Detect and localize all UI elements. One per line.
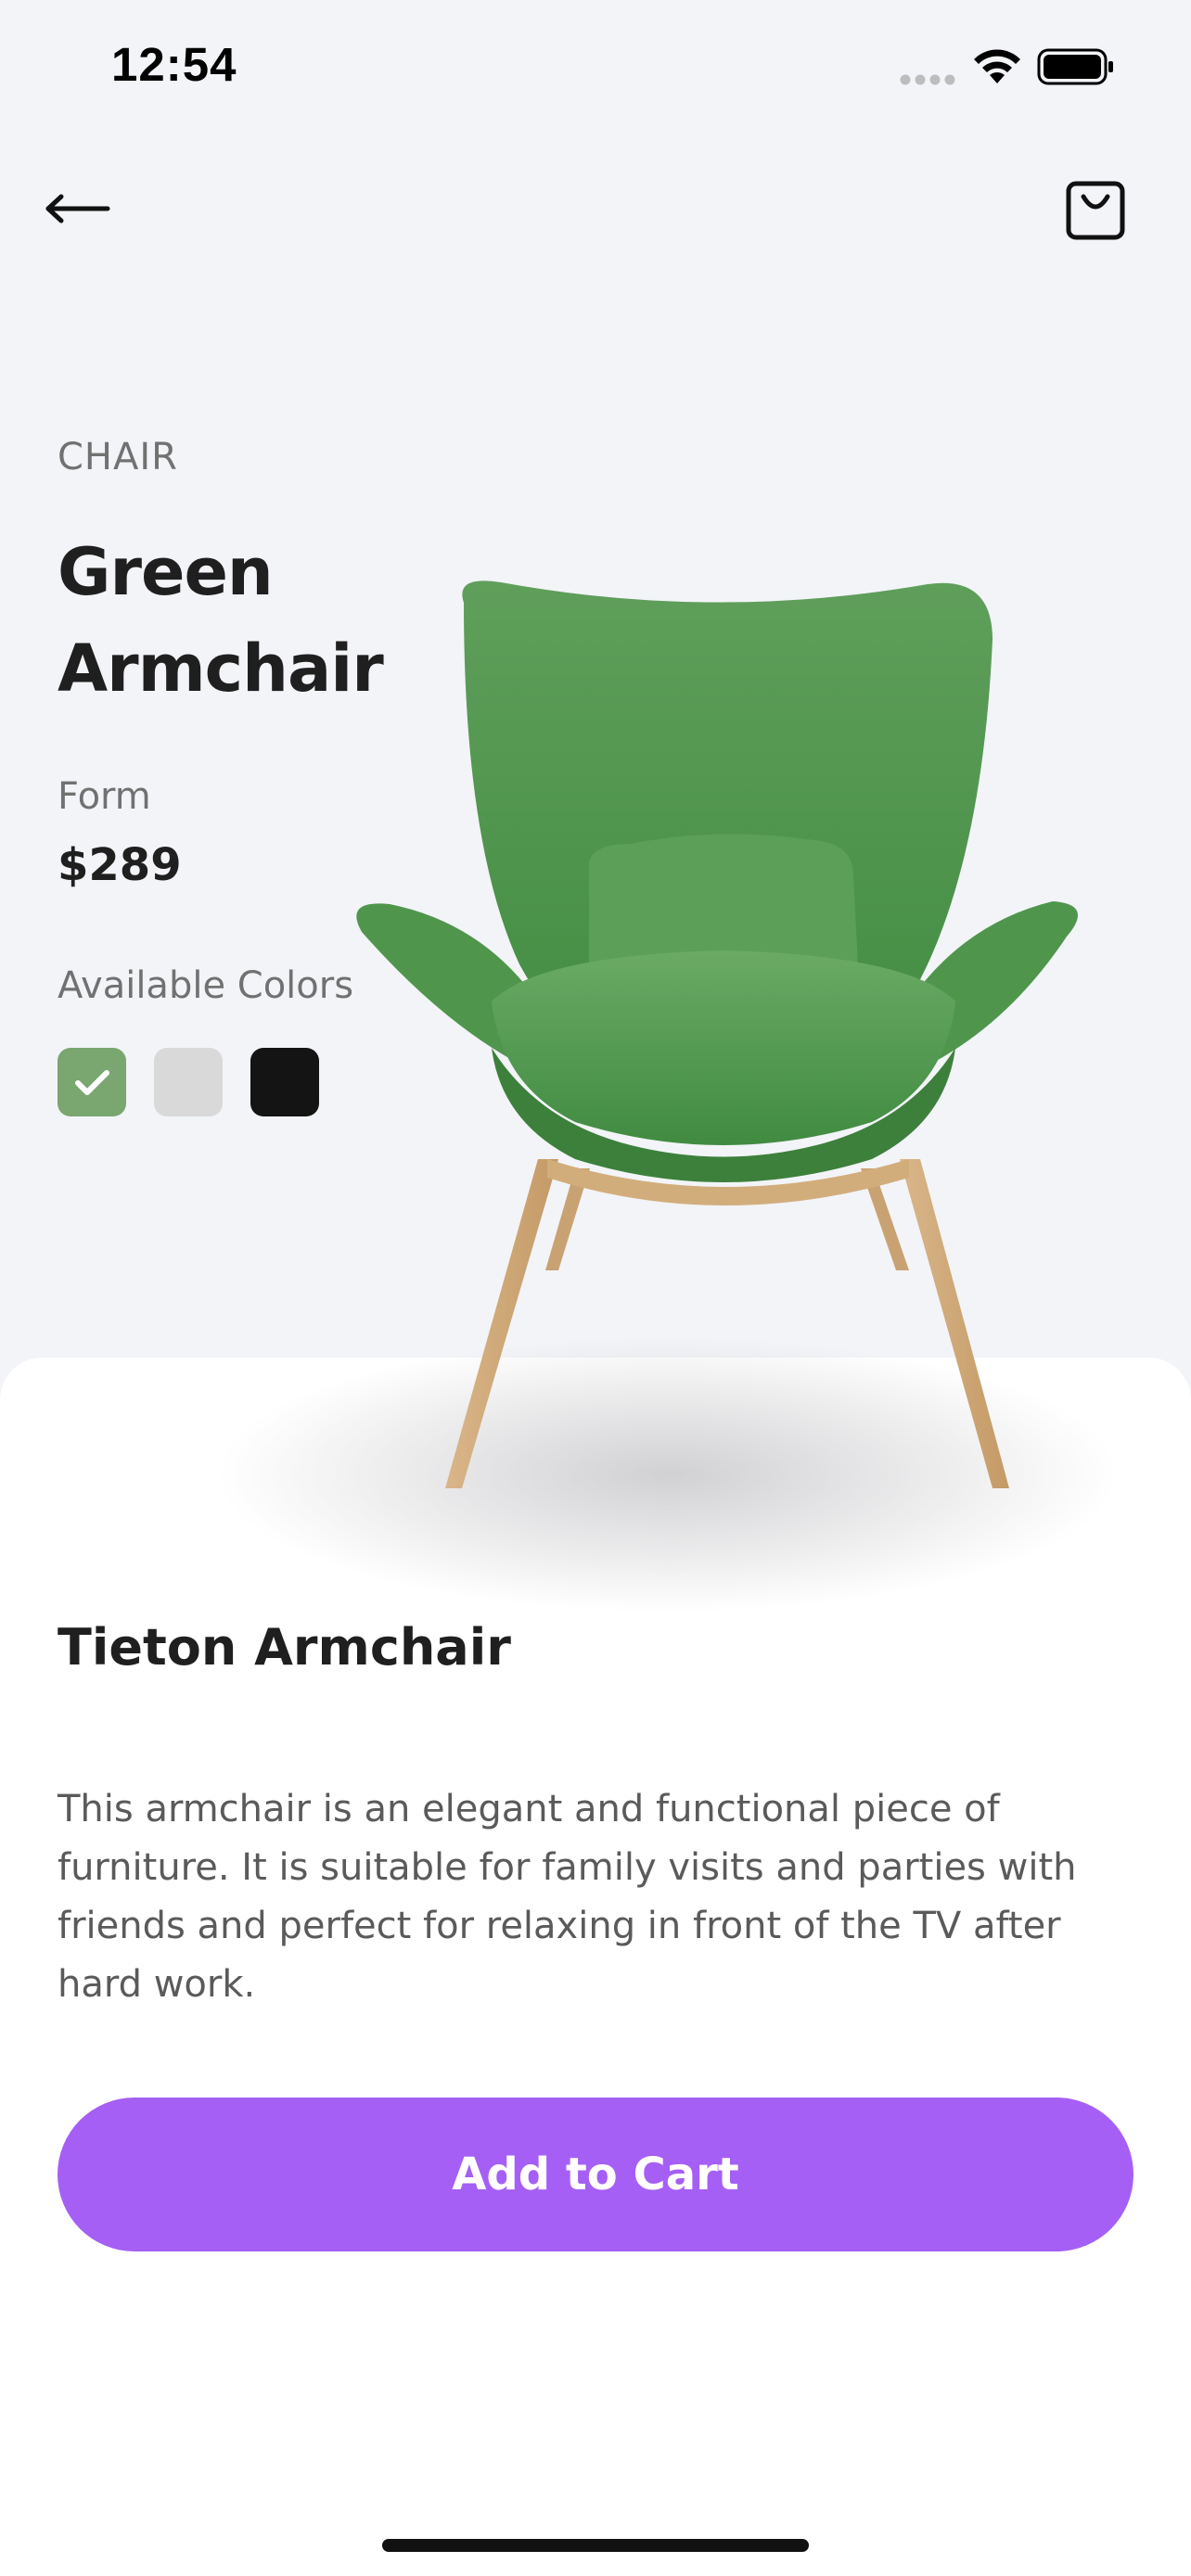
status-bar: 12:54 (0, 0, 1191, 139)
product-category: CHAIR (58, 436, 178, 478)
product-description: This armchair is an elegant and function… (58, 1788, 1077, 2006)
color-swatch-grey[interactable] (154, 1048, 223, 1116)
shopping-bag-icon (1066, 181, 1125, 240)
color-swatches (58, 1048, 319, 1116)
add-to-cart-button[interactable]: Add to Cart (58, 2098, 1133, 2251)
available-colors-label: Available Colors (58, 964, 354, 1007)
wifi-icon (974, 49, 1020, 83)
check-icon (75, 1070, 109, 1095)
cart-button[interactable] (1061, 176, 1130, 245)
color-swatch-green[interactable] (58, 1048, 126, 1116)
battery-icon (1037, 48, 1113, 85)
home-indicator[interactable] (382, 2539, 809, 2552)
color-swatch-black[interactable] (250, 1048, 319, 1116)
product-name: Green Armchair (58, 534, 384, 707)
form-label: Form (58, 775, 151, 818)
back-button[interactable] (41, 176, 124, 241)
detail-title: Tieton Armchair (58, 1618, 511, 1677)
armchair-image (356, 580, 1078, 1488)
status-time: 12:54 (111, 38, 237, 91)
cellular-signal-icon (900, 74, 955, 85)
arrow-left-icon (45, 194, 110, 223)
product-price: $289 (58, 839, 182, 891)
